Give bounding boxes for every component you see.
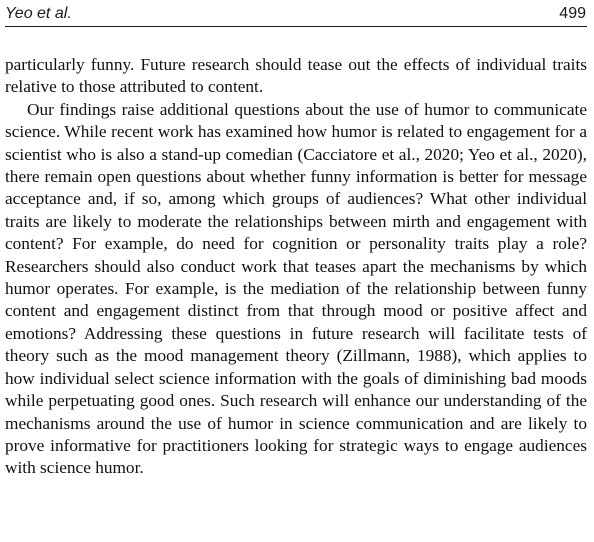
body-text: particularly funny. Future research shou… — [5, 54, 587, 480]
paragraph-continuation: particularly funny. Future research shou… — [5, 55, 587, 97]
journal-page: Yeo et al. 499 particularly funny. Futur… — [0, 0, 594, 542]
running-title: Yeo et al. — [5, 5, 72, 22]
page-number: 499 — [559, 5, 586, 22]
running-head: Yeo et al. 499 — [5, 0, 587, 27]
paragraph-future-research: Our findings raise additional questions … — [5, 99, 587, 478]
